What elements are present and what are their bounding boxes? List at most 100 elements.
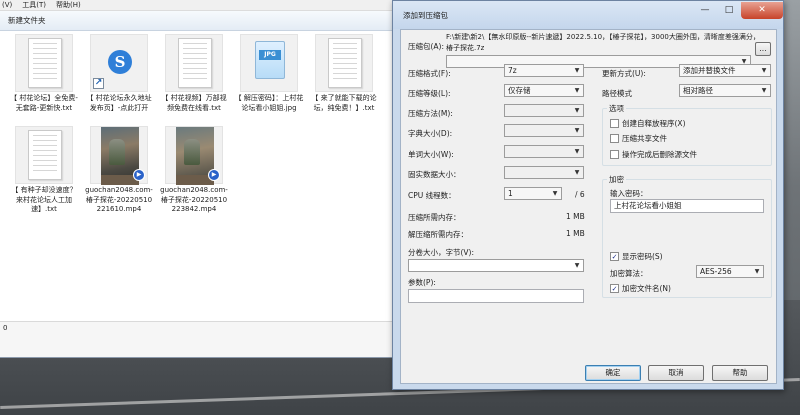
method-label: 压缩方法(M): — [408, 109, 453, 118]
file-list: 【 村花论坛】全免费-无套路-更新快.txt S ↗ 【 村花论坛永久地址发布页… — [0, 32, 393, 322]
chevron-down-icon: ▼ — [761, 87, 767, 94]
check-icon: ✓ — [610, 252, 619, 261]
chevron-down-icon: ▼ — [574, 127, 580, 134]
text-file-icon — [15, 126, 73, 184]
create-sfx-checkbox[interactable]: 创建自释放程序(X) — [610, 118, 686, 129]
archive-path-line1: F:\新建\新2\【無水印原版--新片速遞】2022.5.10，【椿子探花】，3… — [446, 33, 760, 41]
compress-shared-label: 压缩共享文件 — [622, 134, 667, 143]
mem-decompress-label: 解压缩所需内存： — [408, 230, 468, 239]
encryption-method-select[interactable]: AES-256 ▼ — [696, 265, 764, 278]
jpg-badge: JPG — [259, 50, 281, 60]
format-label: 压缩格式(F): — [408, 69, 451, 78]
chevron-down-icon: ▼ — [754, 268, 760, 275]
chevron-down-icon: ▼ — [574, 148, 580, 155]
file-name: 【 村花论坛】全免费-无套路-更新快.txt — [10, 94, 78, 112]
dict-size-select[interactable]: ▼ — [504, 124, 584, 137]
encrypt-filenames-checkbox[interactable]: ✓ 加密文件名(N) — [610, 283, 671, 294]
path-mode-value: 相对路径 — [683, 86, 713, 95]
checkbox-icon — [610, 150, 619, 159]
file-item[interactable]: S ↗ 【 村花论坛永久地址发布页】-点此打开 — [84, 34, 154, 113]
show-password-label: 显示密码(S) — [622, 252, 663, 261]
checkbox-icon — [610, 119, 619, 128]
file-name: 【 村花论坛永久地址发布页】-点此打开 — [86, 94, 152, 112]
chevron-down-icon: ▼ — [574, 169, 580, 176]
level-select-value: 仅存储 — [508, 86, 531, 95]
jpg-file-icon: JPG — [240, 34, 298, 92]
file-item[interactable]: 【 村花论坛】全免费-无套路-更新快.txt — [9, 34, 79, 113]
mem-decompress-value: 1 MB — [566, 229, 585, 238]
archive-label: 压缩包(A): — [408, 42, 445, 51]
media-player-icon: ▶ — [208, 169, 220, 181]
word-size-select[interactable]: ▼ — [504, 145, 584, 158]
file-item[interactable]: JPG 【 解压密码】：上村花论坛看小姐姐.jpg — [234, 34, 304, 113]
check-icon: ✓ — [610, 284, 619, 293]
threads-select[interactable]: 1 ▼ — [504, 187, 562, 200]
encryption-group-title: 加密 — [607, 174, 626, 185]
close-button[interactable]: ✕ — [741, 2, 783, 19]
password-label: 输入密码： — [610, 189, 648, 198]
chevron-down-icon: ▼ — [574, 262, 580, 269]
delete-after-label: 操作完成后删除源文件 — [622, 150, 697, 159]
path-mode-label: 路径模式 — [602, 89, 632, 98]
browse-button[interactable]: ... — [755, 42, 771, 56]
help-button[interactable]: 帮助 — [712, 365, 768, 381]
dialog-titlebar[interactable]: 添加到压缩包 — □ ✕ — [393, 1, 783, 29]
create-sfx-label: 创建自释放程序(X) — [622, 119, 686, 128]
file-name: 【 来了就能下载的论坛，纯免费！】.txt — [311, 94, 377, 112]
add-to-archive-dialog: 添加到压缩包 — □ ✕ 压缩包(A): F:\新建\新2\【無水印原版--新片… — [392, 0, 784, 390]
file-name: 【 解压密码】：上村花论坛看小姐姐.jpg — [234, 94, 304, 112]
file-name: 【 村花视频】万部视频免费在线看.txt — [161, 94, 227, 112]
app-logo-icon: S — [108, 50, 132, 74]
text-file-icon — [315, 34, 373, 92]
method-select[interactable]: ▼ — [504, 104, 584, 117]
menu-view[interactable]: (V) — [2, 0, 12, 10]
password-value: 上村花论坛看小姐姐 — [614, 201, 682, 210]
maximize-button[interactable]: □ — [717, 2, 741, 19]
delete-after-checkbox[interactable]: 操作完成后删除源文件 — [610, 149, 697, 160]
menu-help[interactable]: 帮助(H) — [56, 0, 81, 10]
threads-label: CPU 线程数： — [408, 191, 456, 200]
file-item[interactable]: 【 来了就能下载的论坛，纯免费！】.txt — [309, 34, 379, 113]
params-label: 参数(P): — [408, 278, 436, 287]
file-item[interactable]: ▶ guochan2048.com-椿子探花-20220510221610.mp… — [84, 126, 154, 215]
menu-tools[interactable]: 工具(T) — [22, 0, 46, 10]
split-size-label: 分卷大小，字节(V): — [408, 248, 475, 257]
split-size-input[interactable]: ▼ — [408, 259, 584, 272]
mem-compress-label: 压缩所需内存： — [408, 213, 461, 222]
level-select[interactable]: 仅存储 ▼ — [504, 84, 584, 97]
media-player-icon: ▶ — [133, 169, 145, 181]
archive-path-line2: 椿子探花.7z — [446, 44, 485, 52]
update-mode-value: 添加并替换文件 — [683, 66, 736, 75]
encrypt-filenames-label: 加密文件名(N) — [622, 284, 671, 293]
chevron-down-icon: ▼ — [574, 67, 580, 74]
chevron-down-icon: ▼ — [574, 107, 580, 114]
mem-compress-value: 1 MB — [566, 212, 585, 221]
solid-size-select[interactable]: ▼ — [504, 166, 584, 179]
file-item[interactable]: ▶ guochan2048.com-椿子探花-20220510223842.mp… — [159, 126, 229, 215]
text-file-icon — [165, 34, 223, 92]
threads-total: / 6 — [575, 190, 585, 199]
update-mode-select[interactable]: 添加并替换文件 ▼ — [679, 64, 771, 77]
video-file-icon: ▶ — [90, 126, 148, 185]
show-password-checkbox[interactable]: ✓ 显示密码(S) — [610, 251, 663, 262]
threads-select-value: 1 — [508, 189, 513, 198]
path-mode-select[interactable]: 相对路径 ▼ — [679, 84, 771, 97]
options-group-title: 选项 — [607, 103, 626, 114]
format-select[interactable]: 7z ▼ — [504, 64, 584, 77]
chevron-down-icon: ▼ — [552, 190, 558, 197]
file-item[interactable]: 【 有种子却没速度？来村花论坛人工加速】.txt — [9, 126, 79, 215]
dialog-body: 压缩包(A): F:\新建\新2\【無水印原版--新片速遞】2022.5.10，… — [400, 29, 777, 384]
minimize-button[interactable]: — — [693, 2, 717, 19]
encryption-method-label: 加密算法： — [610, 269, 648, 278]
new-folder-button[interactable]: 新建文件夹 — [8, 16, 46, 25]
cancel-button[interactable]: 取消 — [648, 365, 704, 381]
dict-size-label: 字典大小(D): — [408, 129, 453, 138]
params-input[interactable] — [408, 289, 584, 303]
ok-button[interactable]: 确定 — [585, 365, 641, 381]
file-name: guochan2048.com-椿子探花-20220510221610.mp4 — [85, 186, 153, 213]
compress-shared-checkbox[interactable]: 压缩共享文件 — [610, 133, 667, 144]
password-input[interactable]: 上村花论坛看小姐姐 — [610, 199, 764, 213]
file-name: 【 有种子却没速度？来村花论坛人工加速】.txt — [11, 186, 77, 213]
file-item[interactable]: 【 村花视频】万部视频免费在线看.txt — [159, 34, 229, 113]
level-label: 压缩等级(L): — [408, 89, 451, 98]
